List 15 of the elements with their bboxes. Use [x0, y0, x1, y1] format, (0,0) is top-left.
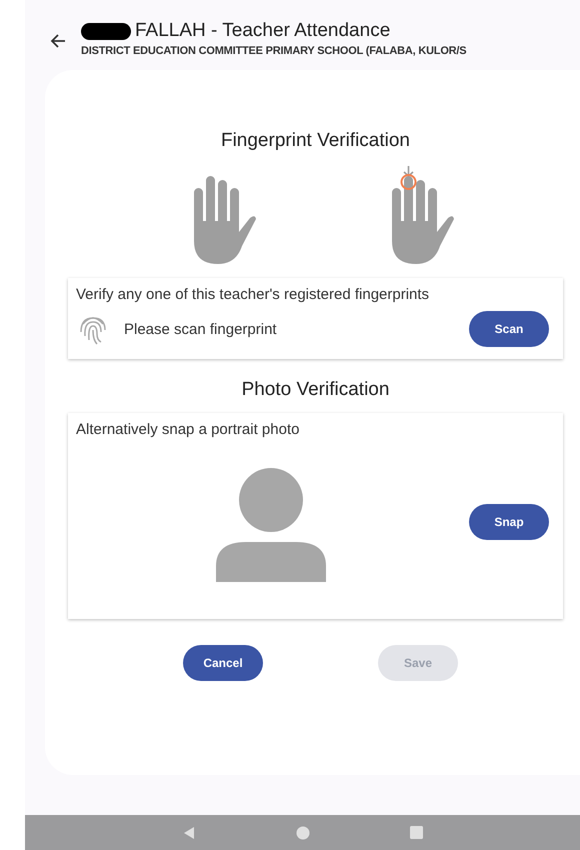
recents-nav-icon[interactable] [410, 826, 423, 839]
section-heading: Photo Verification [242, 379, 390, 401]
action-button[interactable]: Scan [469, 311, 549, 347]
redaction-mark [81, 22, 131, 40]
school-name: DISTRICT EDUCATION COMMITTEE PRIMARY SCHOOL (FALABA, KULOR/S [81, 45, 466, 57]
scan-status: Please scan fingerprint [124, 320, 278, 338]
action-button[interactable]: Snap [469, 504, 549, 540]
back-arrow-icon[interactable] [49, 32, 67, 50]
page-title: FALLAH - Teacher Attendance [135, 20, 390, 42]
back-nav-icon[interactable] [182, 826, 196, 840]
section-heading: Fingerprint Verification [220, 130, 410, 152]
action-button[interactable]: Cancel [183, 645, 263, 681]
instruction-text: Verify any one of this teacher's registered fingerprints [76, 286, 430, 303]
instruction-text: Alternatively snap a portrait photo [76, 421, 300, 438]
home-nav-icon[interactable] [296, 826, 310, 840]
